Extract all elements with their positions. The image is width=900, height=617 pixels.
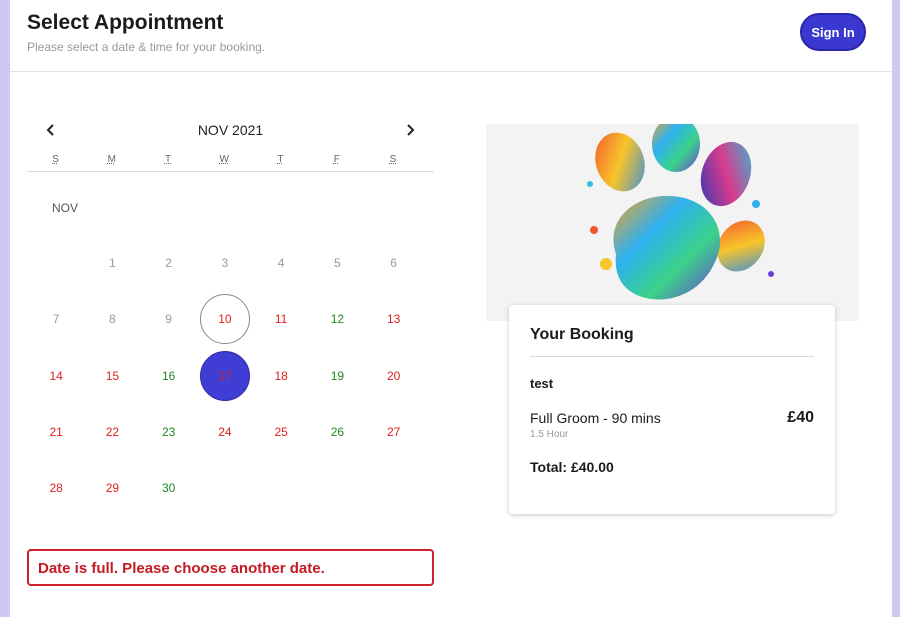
- booking-summary-card: Your Booking test Full Groom - 90 mins 1…: [509, 305, 835, 514]
- service-name: Full Groom - 90 mins: [530, 410, 661, 426]
- day-cell[interactable]: 22: [87, 407, 137, 457]
- booking-total: Total: £40.00: [530, 459, 614, 475]
- page-subtitle: Please select a date & time for your boo…: [27, 40, 266, 54]
- day-cell[interactable]: 13: [369, 294, 419, 344]
- day-cell[interactable]: 3: [200, 238, 250, 288]
- day-cell[interactable]: 25: [256, 407, 306, 457]
- page-title: Select Appointment: [27, 11, 224, 34]
- day-cell[interactable]: 29: [87, 463, 137, 513]
- weekday-label: F: [333, 154, 340, 165]
- error-message: Date is full. Please choose another date…: [27, 549, 434, 586]
- day-cell[interactable]: 2: [144, 238, 194, 288]
- weekday-header-row: SMTWTFS: [27, 152, 434, 172]
- day-cell[interactable]: 27: [369, 407, 419, 457]
- day-cell[interactable]: 11: [256, 294, 306, 344]
- weekday-label: T: [277, 154, 284, 165]
- day-cell[interactable]: 28: [31, 463, 81, 513]
- day-cell[interactable]: 16: [144, 351, 194, 401]
- day-cell[interactable]: 30: [144, 463, 194, 513]
- day-cell[interactable]: 8: [87, 294, 137, 344]
- divider: [530, 356, 814, 357]
- sign-in-button[interactable]: Sign In: [800, 13, 866, 51]
- weekday-label: S: [52, 154, 59, 165]
- weekday-label: S: [389, 154, 397, 165]
- calendar-month-title: NOV 2021: [197, 122, 264, 138]
- day-cell[interactable]: 21: [31, 407, 81, 457]
- weekday-label: M: [107, 154, 116, 165]
- pet-name: test: [530, 376, 554, 391]
- weekday-label: T: [164, 154, 172, 165]
- day-selected[interactable]: 17: [199, 350, 250, 401]
- day-cell[interactable]: 18: [256, 351, 306, 401]
- day-cell[interactable]: 20: [369, 351, 419, 401]
- day-cell[interactable]: 24: [200, 407, 250, 457]
- header: Select Appointment Please select a date …: [10, 0, 892, 72]
- chevron-right-icon[interactable]: [402, 120, 418, 140]
- day-cell[interactable]: 26: [312, 407, 362, 457]
- page: Select Appointment Please select a date …: [10, 0, 892, 617]
- calendar-month-label: NOV: [52, 201, 79, 215]
- day-cell[interactable]: 7: [31, 294, 81, 344]
- day-cell[interactable]: 19: [312, 351, 362, 401]
- booking-title: Your Booking: [530, 326, 634, 343]
- day-cell[interactable]: 10: [199, 294, 250, 345]
- weekday-label: W: [219, 154, 229, 165]
- day-cell[interactable]: 23: [144, 407, 194, 457]
- day-cell[interactable]: 9: [144, 294, 194, 344]
- service-price: £40: [787, 409, 814, 426]
- day-cell[interactable]: 4: [256, 238, 306, 288]
- day-cell[interactable]: 5: [312, 238, 362, 288]
- day-cell[interactable]: 1: [87, 238, 137, 288]
- day-cell[interactable]: 6: [369, 238, 419, 288]
- day-cell[interactable]: 12: [312, 294, 362, 344]
- day-cell[interactable]: 14: [31, 351, 81, 401]
- service-duration: 1.5 Hour: [530, 429, 569, 440]
- paw-print-splash-image: [486, 124, 859, 321]
- day-cell[interactable]: 15: [87, 351, 137, 401]
